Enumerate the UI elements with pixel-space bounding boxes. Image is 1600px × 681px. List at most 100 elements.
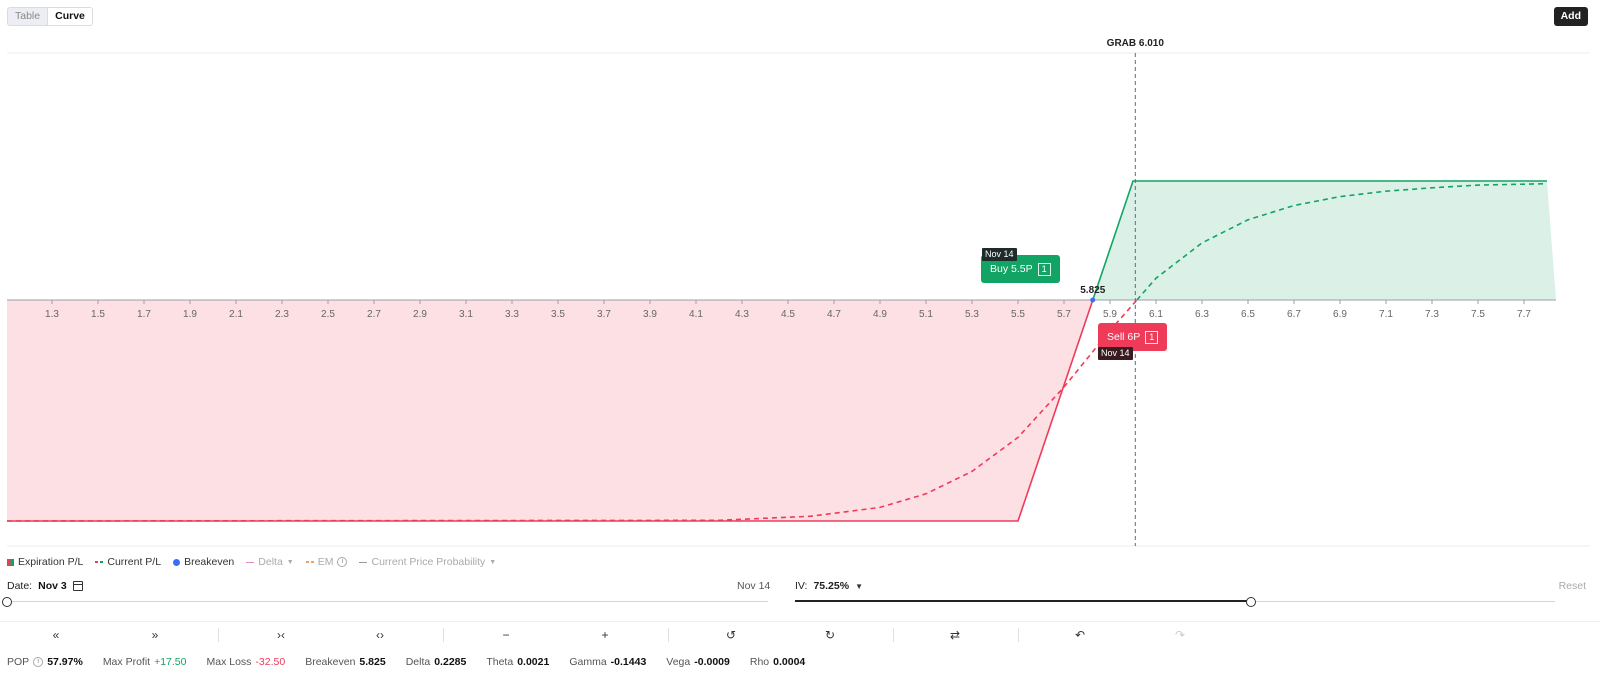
reset-button[interactable]: Reset (1559, 580, 1586, 592)
history-back-icon[interactable]: ↺ (716, 622, 746, 648)
plus-icon[interactable]: + (590, 622, 620, 648)
current-swatch-icon (95, 561, 104, 563)
sell-leg-qty: 1 (1145, 330, 1159, 344)
date-label: Date: (7, 580, 33, 592)
chart-toolbar: « » ›‹ ‹› − + ↺ ↻ ⇄ ↶ ↷ (0, 622, 1600, 648)
legend-delta-label: Delta (258, 556, 283, 568)
x-tick-label: 3.1 (459, 309, 473, 320)
iv-slider-thumb[interactable] (1246, 597, 1256, 607)
x-tick-label: 1.7 (137, 309, 151, 320)
stat-rho: Rho 0.0004 (750, 656, 805, 668)
x-tick-label: 6.9 (1333, 309, 1347, 320)
legend-breakeven[interactable]: Breakeven (173, 556, 234, 568)
legend-breakeven-label: Breakeven (184, 556, 235, 568)
chart-legend: Expiration P/L Current P/L Breakeven Del… (7, 556, 496, 568)
legend-delta[interactable]: Delta ▼ (246, 556, 294, 568)
expand-icon[interactable]: ‹› (365, 622, 395, 648)
legend-current[interactable]: Current P/L (95, 556, 161, 568)
x-tick-label: 2.5 (321, 309, 335, 320)
x-tick-label: 4.1 (689, 309, 703, 320)
x-tick-label: 4.7 (827, 309, 841, 320)
breakeven-dot (1090, 297, 1096, 303)
pl-chart[interactable]: 1.3 1.5 1.7 1.9 2.1 2.3 2.5 2.7 2.9 3.1 3.3 3.5 3.7 3… (0, 0, 1600, 550)
iv-control: IV: 75.25% ▼ (795, 580, 863, 592)
x-tick-label: 5.3 (965, 309, 979, 320)
pl-fill-areas (7, 181, 1556, 521)
breakeven-swatch-icon (173, 558, 181, 566)
stat-gamma: Gamma -0.1443 (569, 656, 646, 668)
breakeven-label: 5.825 (1080, 285, 1105, 296)
x-tick-label: 1.3 (45, 309, 59, 320)
em-swatch-icon (305, 561, 314, 563)
x-tick-label: 3.5 (551, 309, 565, 320)
loss-area (7, 300, 1093, 521)
delta-swatch-icon (246, 561, 255, 563)
double-right-icon[interactable]: » (140, 622, 170, 648)
x-tick-label: 5.9 (1103, 309, 1117, 320)
max-loss-label: Max Loss (206, 656, 252, 668)
stat-pop: POP i 57.97% (7, 656, 83, 668)
swap-icon[interactable]: ⇄ (940, 622, 970, 648)
rho-label: Rho (749, 656, 770, 668)
chevron-down-icon: ▼ (489, 558, 497, 566)
x-tick-label: 7.5 (1471, 309, 1485, 320)
legend-expiration-label: Expiration P/L (18, 556, 84, 568)
breakeven-stat-label: Breakeven (305, 656, 356, 668)
date-control: Date: Nov 3 (7, 580, 83, 592)
buy-leg-date: Nov 14 (982, 248, 1017, 261)
x-tick-label: 2.1 (229, 309, 243, 320)
pop-label: POP (7, 656, 30, 668)
toolbar-separator (443, 628, 444, 642)
double-left-icon[interactable]: « (41, 622, 71, 648)
date-value[interactable]: Nov 3 (38, 580, 67, 592)
info-icon[interactable]: i (33, 657, 44, 667)
undo-icon[interactable]: ↶ (1065, 622, 1095, 648)
legend-expiration[interactable]: Expiration P/L (7, 556, 83, 568)
toolbar-separator (668, 628, 669, 642)
x-tick-label: 6.5 (1241, 309, 1255, 320)
stat-max-profit: Max Profit +17.50 (103, 656, 187, 668)
date-slider-track[interactable] (7, 601, 768, 602)
sell-leg-label: Sell 6P (1107, 331, 1141, 343)
collapse-icon[interactable]: ›‹ (266, 622, 296, 648)
max-loss-value: -32.50 (255, 656, 286, 668)
x-tick-label: 5.7 (1057, 309, 1071, 320)
toolbar-separator (893, 628, 894, 642)
date-end-label: Nov 14 (737, 580, 771, 592)
date-slider-thumb[interactable] (2, 597, 12, 607)
buy-leg-qty: 1 (1037, 262, 1051, 276)
x-tick-label: 4.3 (735, 309, 749, 320)
x-tick-label: 2.3 (275, 309, 289, 320)
legend-probability[interactable]: Current Price Probability ▼ (359, 556, 496, 568)
current-price-label: GRAB 6.010 (1107, 38, 1165, 49)
breakeven-value: 5.825 (359, 656, 386, 668)
calendar-icon[interactable] (72, 581, 83, 591)
expiration-swatch-icon (7, 558, 14, 566)
redo-icon[interactable]: ↷ (1165, 622, 1195, 648)
iv-value[interactable]: 75.25% (813, 580, 849, 592)
x-tick-label: 1.5 (91, 309, 105, 320)
gamma-value: -0.1443 (610, 656, 647, 668)
legend-em[interactable]: EM i (305, 556, 348, 568)
x-tick-label: 5.5 (1011, 309, 1025, 320)
stat-breakeven: Breakeven 5.825 (305, 656, 385, 668)
x-tick-label: 3.3 (505, 309, 519, 320)
theta-value: 0.0021 (517, 656, 550, 668)
x-tick-label: 2.9 (413, 309, 427, 320)
x-tick-label: 7.1 (1379, 309, 1393, 320)
x-tick-label: 6.7 (1287, 309, 1301, 320)
x-tick-label: 3.7 (597, 309, 611, 320)
history-forward-icon[interactable]: ↻ (815, 622, 845, 648)
theta-label: Theta (486, 656, 514, 668)
minus-icon[interactable]: − (491, 622, 521, 648)
stat-delta: Delta 0.2285 (406, 656, 467, 668)
probability-swatch-icon (359, 561, 368, 563)
vega-value: -0.0009 (694, 656, 730, 668)
chevron-down-icon[interactable]: ▼ (855, 582, 863, 591)
x-tick-label: 7.7 (1517, 309, 1531, 320)
x-tick-label: 4.9 (873, 309, 887, 320)
x-tick-label: 6.1 (1149, 309, 1163, 320)
info-icon[interactable]: i (337, 557, 348, 567)
delta-value: 0.2285 (434, 656, 467, 668)
x-tick-label: 5.1 (919, 309, 933, 320)
